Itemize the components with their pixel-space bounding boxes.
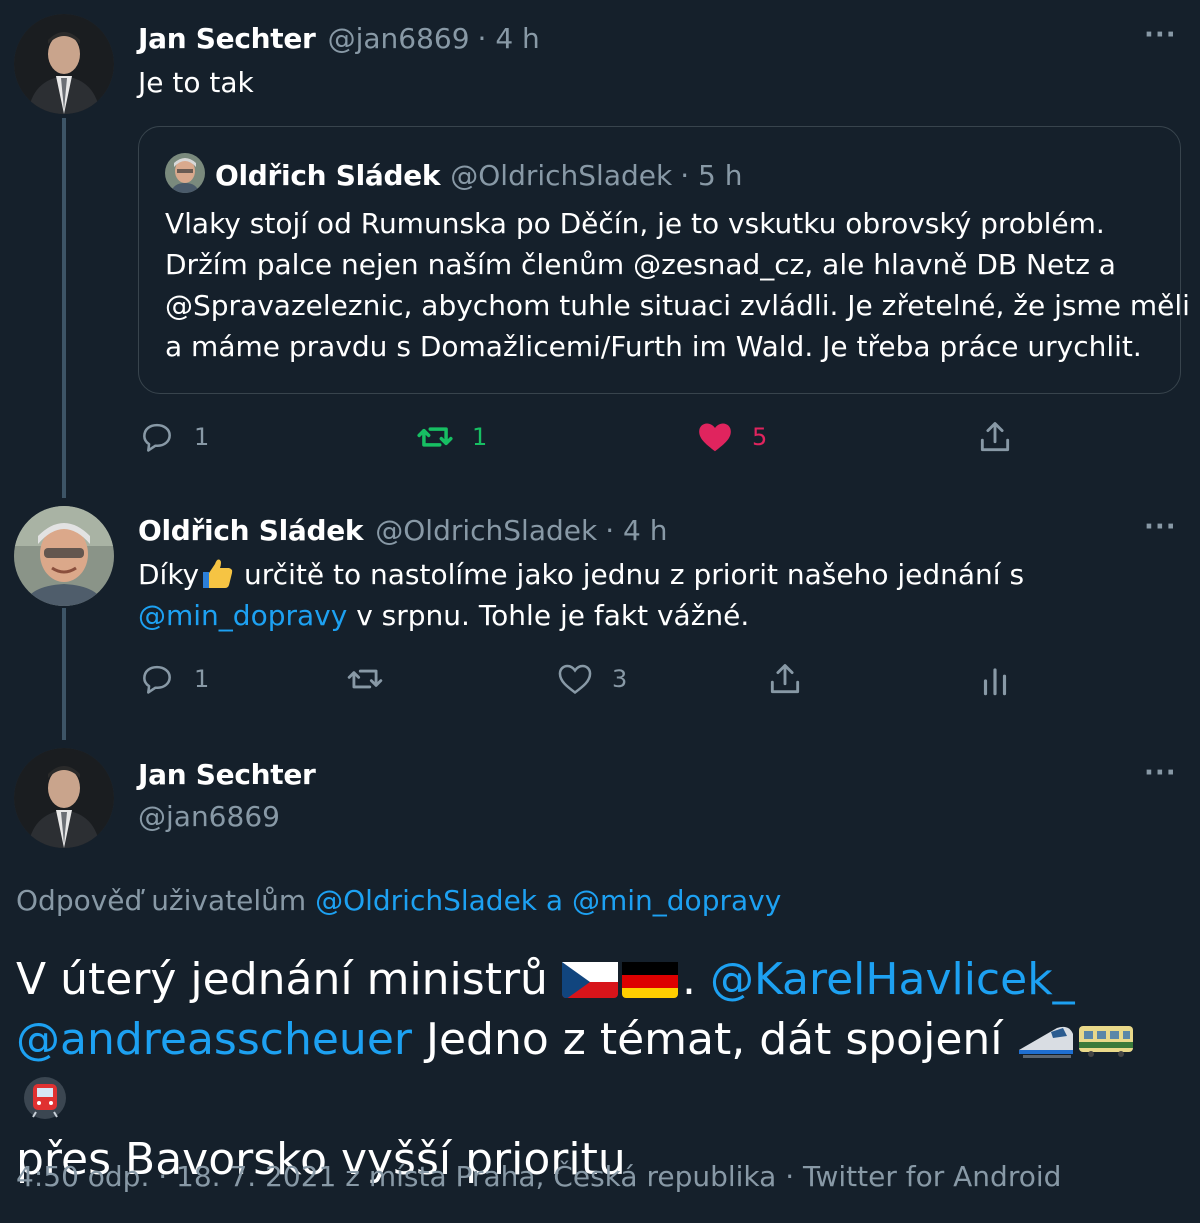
metro-icon xyxy=(16,1076,74,1120)
author-name[interactable]: Jan Sechter xyxy=(138,22,316,55)
reply-button[interactable]: 1 xyxy=(138,660,209,698)
retweet-icon xyxy=(417,427,453,447)
quoted-author-handle[interactable]: @OldrichSladek xyxy=(450,159,672,192)
reply-count: 1 xyxy=(194,665,210,693)
author-handle[interactable]: @jan6869 xyxy=(328,22,470,55)
mention-link[interactable]: @andreasscheuer xyxy=(16,1014,412,1065)
tweet-text: Je to tak xyxy=(138,66,254,99)
czech-flag-icon xyxy=(561,958,618,998)
avatar-oldrich-sladek-small[interactable] xyxy=(165,153,205,193)
more-options-icon[interactable]: ··· xyxy=(1144,512,1177,542)
retweet-icon xyxy=(347,669,383,689)
share-icon xyxy=(770,664,800,694)
share-icon xyxy=(980,422,1010,452)
mention-link[interactable]: @min_dopravy xyxy=(138,599,347,632)
like-button[interactable]: 5 xyxy=(696,418,767,456)
thread-line-2 xyxy=(62,608,66,740)
quoted-tweet-card[interactable]: Oldřich Sládek @OldrichSladek · 5 h Vlak… xyxy=(138,126,1190,394)
retweet-button[interactable]: 1 xyxy=(416,418,487,456)
quoted-text-line-3: @Spravazeleznic, abychom tuhle situaci z… xyxy=(165,289,1190,322)
reply-mention-link[interactable]: @min_dopravy xyxy=(572,884,781,917)
like-count: 5 xyxy=(752,423,768,451)
quoted-text-line-1: Vlaky stojí od Rumunska po Děčín, je to … xyxy=(165,207,1105,240)
replying-to-label: Odpověď uživatelům xyxy=(16,884,307,917)
share-button[interactable] xyxy=(976,418,1014,456)
retweet-button[interactable] xyxy=(346,660,384,698)
high-speed-train-icon xyxy=(1017,1016,1075,1060)
german-flag-icon xyxy=(621,958,678,998)
analytics-button[interactable] xyxy=(976,662,1014,700)
author-handle[interactable]: @OldrichSladek xyxy=(375,514,597,547)
tweet-timestamp-meta[interactable]: 4:50 odp. · 18. 7. 2021 z místa Praha, Č… xyxy=(16,1160,1061,1193)
reply-icon xyxy=(143,665,171,694)
quoted-tweet-text: Vlaky stojí od Rumunska po Děčín, je to … xyxy=(165,203,1190,367)
text-part: V úterý jednání ministrů xyxy=(16,954,548,1005)
avatar-jan-sechter[interactable] xyxy=(14,748,114,848)
reply-and[interactable]: a xyxy=(537,884,572,917)
tweet-text: Díky určitě to nastolíme jako jednu z pr… xyxy=(138,554,1138,636)
text-part: určitě to nastolíme jako jednu z priorit… xyxy=(235,558,1025,591)
main-tweet-text: V úterý jednání ministrů . @KarelHavlice… xyxy=(16,950,1186,1190)
retweet-count: 1 xyxy=(472,423,488,451)
reply-count: 1 xyxy=(194,423,210,451)
replying-to: Odpověď uživatelům @OldrichSladek a @min… xyxy=(16,884,781,917)
author-name[interactable]: Jan Sechter xyxy=(138,758,316,791)
tweet-time[interactable]: · 4 h xyxy=(478,22,540,55)
like-button[interactable]: 3 xyxy=(556,660,627,698)
text-part: Díky xyxy=(138,558,200,591)
railway-car-icon xyxy=(1077,1016,1135,1060)
more-options-icon[interactable]: ··· xyxy=(1144,20,1177,50)
like-count: 3 xyxy=(612,665,628,693)
text-part: v srpnu. Tohle je fakt vážné. xyxy=(347,599,750,632)
avatar-jan-sechter[interactable] xyxy=(14,14,114,114)
thread-line-1 xyxy=(62,118,66,498)
quoted-text-line-4: a máme pravdu s Domažlicemi/Furth im Wal… xyxy=(165,330,1142,363)
mention-link[interactable]: @KarelHavlicek_ xyxy=(710,954,1075,1005)
more-options-icon[interactable]: ··· xyxy=(1144,758,1177,788)
thumbs-up-icon xyxy=(199,556,235,590)
heart-filled-icon xyxy=(699,423,731,452)
reply-mention-link[interactable]: @OldrichSladek xyxy=(315,884,537,917)
heart-outline-icon xyxy=(558,664,592,695)
text-part: Jedno z témat, dát spojení xyxy=(411,1014,1003,1065)
share-button[interactable] xyxy=(766,660,804,698)
author-handle[interactable]: @jan6869 xyxy=(138,800,280,833)
reply-button[interactable]: 1 xyxy=(138,418,209,456)
text-dot: . xyxy=(681,954,696,1005)
quoted-tweet-time[interactable]: · 5 h xyxy=(680,159,742,192)
quoted-author-name[interactable]: Oldřich Sládek xyxy=(215,159,441,192)
author-name[interactable]: Oldřich Sládek xyxy=(138,514,364,547)
reply-icon xyxy=(143,423,171,452)
quoted-text-line-2: Držím palce nejen naším členům @zesnad_c… xyxy=(165,248,1116,281)
analytics-icon xyxy=(983,668,1007,696)
avatar-oldrich-sladek[interactable] xyxy=(14,506,114,606)
tweet-time[interactable]: · 4 h xyxy=(605,514,667,547)
